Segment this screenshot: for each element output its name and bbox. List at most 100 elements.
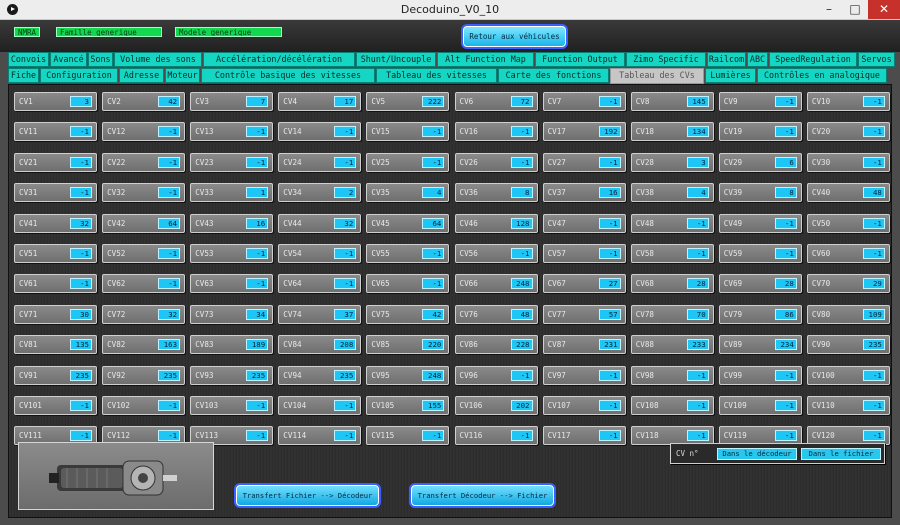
cv-value-input[interactable]: 235 [334,369,357,381]
cv-value-input[interactable]: -1 [598,248,621,259]
cv-value-input[interactable]: 29 [862,278,885,290]
cv-value-input[interactable]: -1 [158,430,181,442]
tab-fiche[interactable]: Fiche [8,68,39,83]
cv-value-input[interactable]: -1 [510,126,533,138]
tab-function-output[interactable]: Function Output [535,52,625,67]
cv-value-input[interactable]: 134 [686,126,709,138]
tab-contr-les-en-analogique[interactable]: Contrôles en analogique [757,68,887,83]
cv-value-input[interactable]: 32 [70,217,92,229]
cv-value-input[interactable]: 7 [246,96,269,107]
tab-configuration[interactable]: Configuration [40,68,118,83]
cv-value-input[interactable]: -1 [334,248,357,259]
tab-tableau-des-cvs[interactable]: Tableau des CVs [610,68,704,84]
cv-value-input[interactable]: -1 [334,126,357,138]
cv-value-input[interactable]: 234 [774,339,797,351]
tab-volume-des-sons[interactable]: Volume des sons [114,52,202,67]
cv-value-input[interactable]: -1 [510,248,533,259]
cv-value-input[interactable]: -1 [510,369,533,381]
cv-value-input[interactable]: 16 [598,187,621,199]
cv-value-input[interactable]: -1 [70,248,92,259]
cv-value-input[interactable]: 64 [158,217,181,229]
cv-value-input[interactable]: -1 [598,156,621,168]
cv-value-input[interactable]: -1 [158,400,181,411]
cv-value-input[interactable]: -1 [158,126,181,138]
cv-value-input[interactable]: -1 [862,369,885,381]
cv-value-input[interactable]: 155 [422,400,445,411]
cv-value-input[interactable]: -1 [422,156,445,168]
cv-value-input[interactable]: -1 [686,400,709,411]
cv-value-input[interactable]: -1 [598,400,621,411]
tab-convois[interactable]: Convois [8,52,49,67]
cv-value-input[interactable]: 28 [774,278,797,290]
cv-value-input[interactable]: 34 [246,308,269,320]
read-from-file-button[interactable]: Dans le fichier [801,448,881,460]
cv-value-input[interactable]: 48 [510,308,533,320]
cv-value-input[interactable]: 28 [686,278,709,290]
cv-value-input[interactable]: -1 [246,400,269,411]
cv-value-input[interactable]: 235 [246,369,269,381]
cv-value-input[interactable]: 4 [686,187,709,199]
minimize-button[interactable]: – [816,0,842,19]
cv-value-input[interactable]: -1 [774,248,797,259]
cv-value-input[interactable]: -1 [422,126,445,138]
tab-tableau-des-vitesses[interactable]: Tableau des vitesses [376,68,497,83]
cv-value-input[interactable]: 222 [422,96,445,107]
cv-value-input[interactable]: 17 [334,96,357,107]
cv-value-input[interactable]: -1 [598,217,621,229]
cv-value-input[interactable]: -1 [246,248,269,259]
cv-value-input[interactable]: 233 [686,339,709,351]
tab-servos[interactable]: Servos [858,52,895,67]
cv-value-input[interactable]: 8 [510,187,533,199]
cv-value-input[interactable]: -1 [774,96,797,107]
cv-value-input[interactable]: 3 [686,156,709,168]
cv-value-input[interactable]: -1 [598,430,621,442]
cv-value-input[interactable]: 202 [510,400,533,411]
tab-abc[interactable]: ABC [747,52,768,67]
tab-sons[interactable]: Sons [88,52,113,67]
cv-value-input[interactable]: -1 [246,126,269,138]
cv-value-input[interactable]: -1 [422,430,445,442]
cv-value-input[interactable]: 192 [598,126,621,138]
cv-value-input[interactable]: -1 [422,278,445,290]
cv-value-input[interactable]: -1 [158,278,181,290]
cv-value-input[interactable]: 70 [686,308,709,320]
cv-value-input[interactable]: -1 [862,126,885,138]
tab-accélération-décélération[interactable]: Accélération/décélération [203,52,355,67]
cv-value-input[interactable]: 208 [334,339,357,351]
read-from-decoder-button[interactable]: Dans le décodeur [717,448,797,460]
close-button[interactable]: ✕ [868,0,900,19]
cv-value-input[interactable]: 27 [598,278,621,290]
maximize-button[interactable]: □ [842,0,868,19]
cv-value-input[interactable]: -1 [774,430,797,442]
cv-value-input[interactable]: 64 [422,217,445,229]
cv-value-input[interactable]: 248 [422,369,445,381]
tab-zimo-specific[interactable]: Zimo Specific [626,52,706,67]
transfer-decoder-to-file-button[interactable]: Transfert Décodeur --> Fichier [411,485,554,506]
cv-value-input[interactable]: 86 [774,308,797,320]
cv-value-input[interactable]: -1 [158,156,181,168]
cv-value-input[interactable]: 72 [510,96,533,107]
cv-value-input[interactable]: 16 [246,217,269,229]
cv-value-input[interactable]: -1 [862,400,885,411]
cv-value-input[interactable]: -1 [510,430,533,442]
cv-value-input[interactable]: -1 [70,126,92,138]
cv-value-input[interactable]: 235 [862,339,885,351]
cv-value-input[interactable]: -1 [862,96,885,107]
tab-carte-des-fonctions[interactable]: Carte des fonctions [498,68,609,83]
cv-value-input[interactable]: -1 [774,126,797,138]
cv-value-input[interactable]: -1 [862,217,885,229]
tab-railcom[interactable]: Railcom [707,52,746,67]
tab-contr-le-basique-des-vitesses[interactable]: Contrôle basique des vitesses [201,68,375,83]
tab-shunt-uncouple[interactable]: Shunt/Uncouple [356,52,436,67]
cv-value-input[interactable]: 42 [158,96,181,107]
cv-value-input[interactable]: 228 [510,339,533,351]
cv-value-input[interactable]: -1 [598,96,621,107]
cv-value-input[interactable]: -1 [246,430,269,442]
tab-alt-function-map[interactable]: Alt Function Map [437,52,534,67]
cv-value-input[interactable]: 8 [774,187,797,199]
tab-speedregulation[interactable]: SpeedRegulation [769,52,857,67]
cv-value-input[interactable]: -1 [510,156,533,168]
cv-value-input[interactable]: 248 [510,278,533,290]
cv-value-input[interactable]: 135 [70,339,92,351]
tab-moteur[interactable]: Moteur [165,68,200,83]
